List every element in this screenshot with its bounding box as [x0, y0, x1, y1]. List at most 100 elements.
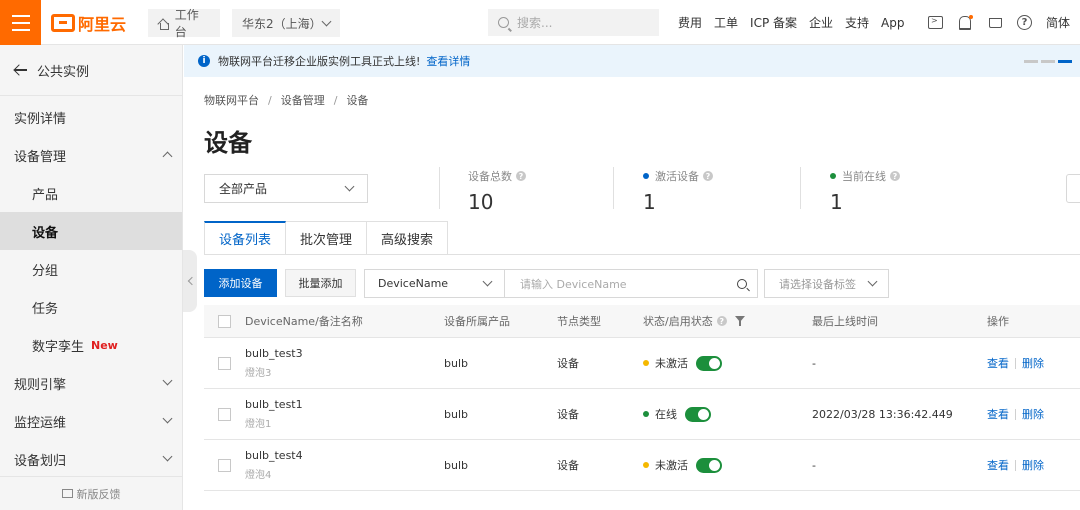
link-enterprise[interactable]: 企业 [809, 14, 833, 31]
tab-device-list[interactable]: 设备列表 [204, 221, 287, 255]
chevron-down-icon [867, 276, 878, 287]
device-name[interactable]: bulb_test1 [245, 398, 303, 411]
last-online-cell: - [812, 356, 816, 370]
sidebar-item-digital-twin[interactable]: 数字孪生 New [0, 326, 182, 364]
global-search-input[interactable]: 搜索... [488, 9, 659, 36]
sidebar-item-products[interactable]: 产品 [0, 174, 182, 212]
product-filter-value: 全部产品 [219, 182, 268, 196]
select-all-checkbox[interactable] [218, 314, 231, 328]
tab-advanced-search[interactable]: 高级搜索 [367, 221, 449, 255]
back-to-instances[interactable]: 公共实例 [0, 45, 182, 96]
device-name[interactable]: bulb_test3 [245, 347, 303, 360]
region-select[interactable]: 华东2（上海） [232, 9, 340, 37]
device-name-cell: bulb_test1 燈泡1 [245, 389, 303, 439]
node-type-cell: 设备 [557, 459, 579, 472]
batch-add-button[interactable]: 批量添加 [285, 269, 356, 297]
column-device-name: DeviceName/备注名称 [245, 315, 363, 328]
sidebar-item-label: 数字孪生 [32, 339, 85, 355]
device-name-search-input[interactable]: 请输入 DeviceName [504, 269, 758, 298]
sidebar-item-label: 实例详情 [14, 111, 67, 127]
sidebar-item-monitoring[interactable]: 监控运维 [0, 402, 182, 440]
bell-icon[interactable] [957, 14, 973, 31]
sidebar-item-device-management[interactable]: 设备管理 [0, 136, 182, 174]
question-icon[interactable]: ? [703, 171, 713, 181]
column-status-label: 状态/启用状态 [643, 315, 713, 328]
last-online-cell: - [812, 458, 816, 472]
delete-link[interactable]: 删除 [1022, 406, 1044, 422]
stat-value: 1 [643, 190, 656, 214]
link-billing[interactable]: 费用 [678, 14, 702, 31]
view-link[interactable]: 查看 [987, 406, 1009, 422]
feedback-button[interactable]: 新版反馈 [0, 476, 182, 510]
language-switch[interactable]: 简体 [1046, 14, 1070, 31]
top-icons: ? 简体 [928, 0, 1070, 45]
sidebar-item-groups[interactable]: 分组 [0, 250, 182, 288]
status-text: 未激活 [655, 459, 688, 472]
aliyun-logo[interactable]: 阿里云 [51, 12, 126, 34]
sidebar-item-device-assignment[interactable]: 设备划归 [0, 440, 182, 478]
cart-icon[interactable] [987, 15, 1003, 31]
search-field-select[interactable]: DeviceName [364, 269, 505, 298]
breadcrumb-device-management[interactable]: 设备管理 [281, 94, 325, 107]
chevron-left-icon [187, 276, 196, 286]
search-icon [498, 17, 509, 28]
search-icon[interactable] [737, 278, 747, 289]
delete-link[interactable]: 删除 [1022, 355, 1044, 371]
view-link[interactable]: 查看 [987, 457, 1009, 473]
tab-label: 高级搜索 [381, 232, 434, 248]
pager-dot[interactable] [1041, 60, 1055, 63]
device-name[interactable]: bulb_test4 [245, 449, 303, 462]
pager-dot-active[interactable] [1058, 60, 1072, 63]
filter-icon[interactable] [734, 316, 745, 326]
column-actions: 操作 [987, 315, 1009, 328]
top-bar: 阿里云 工作台 华东2（上海） 搜索... 费用 工单 ICP 备案 企业 支持… [0, 0, 1080, 45]
delete-link[interactable]: 删除 [1022, 457, 1044, 473]
view-link[interactable]: 查看 [987, 355, 1009, 371]
link-app[interactable]: App [881, 16, 904, 30]
status-text: 未激活 [655, 357, 688, 370]
sidebar-item-devices[interactable]: 设备 [0, 212, 182, 250]
sidebar-collapse-handle[interactable] [183, 250, 197, 312]
product-filter-select[interactable]: 全部产品 [204, 174, 368, 203]
stat-label: 设备总数 [468, 170, 512, 183]
row-checkbox[interactable] [218, 458, 231, 472]
add-device-button[interactable]: 添加设备 [204, 269, 277, 297]
new-badge: New [91, 338, 118, 352]
enable-toggle[interactable] [696, 355, 722, 371]
sidebar-item-tasks[interactable]: 任务 [0, 288, 182, 326]
table-header: DeviceName/备注名称 设备所属产品 节点类型 状态/启用状态 ? 最后… [204, 305, 1080, 338]
notice-text: 物联网平台迁移企业版实例工具正式上线! [218, 55, 421, 68]
device-name-cell: bulb_test3 燈泡3 [245, 338, 303, 388]
column-product: 设备所属产品 [444, 315, 510, 328]
edge-search-button[interactable] [1066, 174, 1080, 203]
device-note: 燈泡4 [245, 470, 272, 481]
notice-link[interactable]: 查看详情 [426, 53, 470, 69]
sidebar-item-instance-details[interactable]: 实例详情 [0, 98, 182, 136]
row-select-cell [218, 338, 231, 388]
enable-toggle[interactable] [696, 457, 722, 473]
workbench-button[interactable]: 工作台 [148, 8, 220, 39]
question-icon[interactable]: ? [516, 171, 526, 181]
device-tag-select[interactable]: 请选择设备标签 [764, 269, 889, 298]
help-icon[interactable]: ? [1017, 15, 1032, 30]
sidebar-item-rule-engine[interactable]: 规则引擎 [0, 364, 182, 402]
menu-icon[interactable] [0, 0, 41, 45]
chevron-up-icon [162, 151, 173, 162]
breadcrumb-iot[interactable]: 物联网平台 [204, 94, 259, 107]
pager-dot[interactable] [1024, 60, 1038, 63]
link-icp[interactable]: ICP 备案 [750, 14, 797, 31]
chevron-down-icon [162, 375, 173, 386]
row-checkbox[interactable] [218, 356, 231, 370]
terminal-icon[interactable] [928, 16, 943, 29]
enable-toggle[interactable] [685, 406, 711, 422]
sidebar-item-label: 分组 [32, 263, 59, 279]
link-support[interactable]: 支持 [845, 14, 869, 31]
question-icon[interactable]: ? [716, 316, 727, 326]
sidebar-item-label: 产品 [32, 187, 59, 203]
region-label: 华东2（上海） [242, 16, 322, 31]
activated-dot [643, 173, 649, 179]
row-checkbox[interactable] [218, 407, 231, 421]
link-ticket[interactable]: 工单 [714, 14, 738, 31]
tab-batch-management[interactable]: 批次管理 [286, 221, 368, 255]
question-icon[interactable]: ? [890, 171, 900, 181]
